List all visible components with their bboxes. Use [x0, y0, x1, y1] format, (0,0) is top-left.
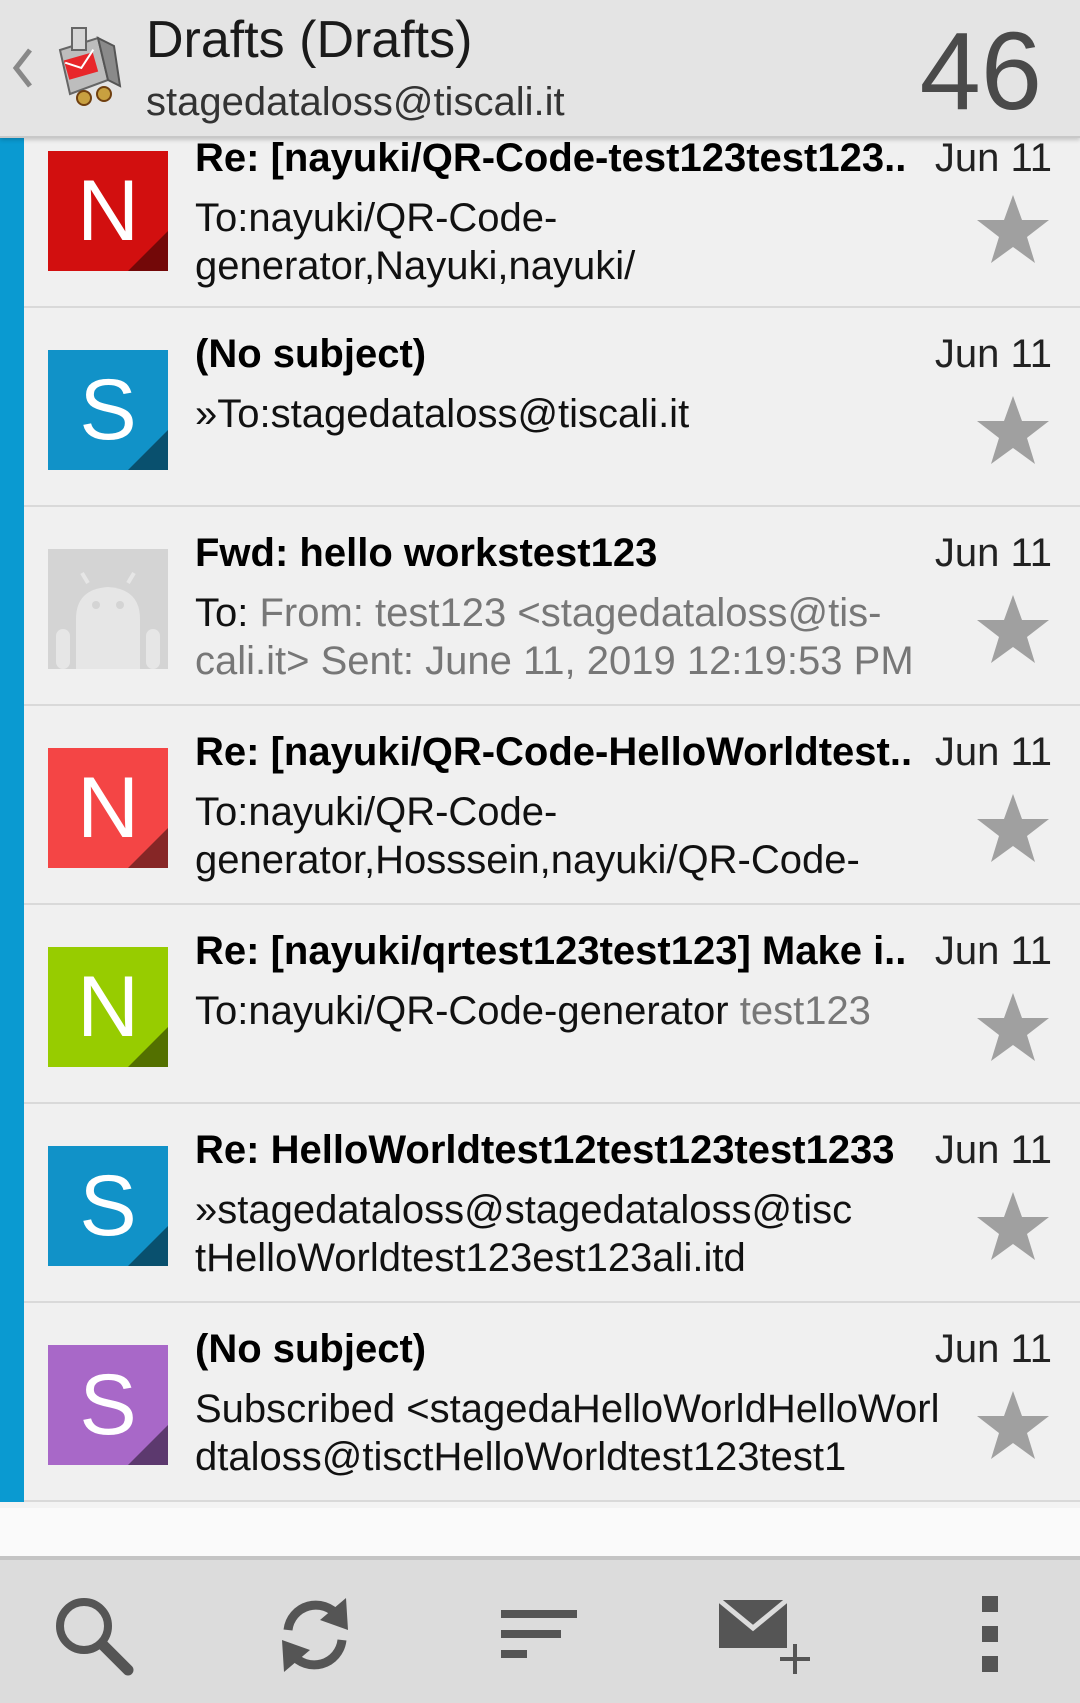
message-subject: (No subject): [195, 332, 427, 376]
preview-text: To:nayuki/QR-Code-generator,Nayuki,nayuk…: [195, 196, 636, 288]
message-row[interactable]: S (No subject) Jun 11 »To:stagedataloss@…: [0, 308, 1080, 507]
star-icon[interactable]: [974, 393, 1052, 467]
unread-indicator: [0, 1104, 24, 1303]
message-date: Jun 11: [934, 1128, 1052, 1172]
avatar-corner: [128, 828, 168, 868]
contact-avatar[interactable]: N: [48, 748, 168, 868]
message-subject: Re: [nayuki/qrtest123test123] Make i..: [195, 929, 907, 973]
contact-avatar[interactable]: N: [48, 947, 168, 1067]
unread-indicator: [0, 905, 24, 1104]
compose-icon[interactable]: [715, 1590, 815, 1680]
preview-text: »stagedataloss@stagedataloss@tisctHelloW…: [195, 1188, 853, 1280]
message-subject: Re: [nayuki/QR-Code-HelloWorldtest..: [195, 730, 913, 774]
message-date: Jun 11: [934, 1327, 1052, 1371]
avatar-corner: [128, 1226, 168, 1266]
android-robot-icon: [48, 549, 168, 669]
action-bar: Drafts (Drafts) stagedataloss@tiscali.it…: [0, 0, 1080, 138]
message-subject: Re: HelloWorldtest12test123test1233: [195, 1128, 895, 1172]
message-date: Jun 11: [934, 531, 1052, 575]
sort-icon[interactable]: [495, 1590, 585, 1680]
star-icon[interactable]: [974, 791, 1052, 865]
message-list: N Re: [nayuki/QR-Code-test123test123.. J…: [0, 136, 1080, 1502]
contact-avatar[interactable]: S: [48, 1146, 168, 1266]
avatar-corner: [128, 1027, 168, 1067]
message-date: Jun 11: [934, 730, 1052, 774]
back-chevron-icon[interactable]: [8, 40, 38, 96]
star-icon[interactable]: [974, 1388, 1052, 1462]
bottom-toolbar: [0, 1556, 1080, 1703]
folder-title: Drafts (Drafts): [146, 11, 473, 69]
row-divider: [24, 1500, 1080, 1502]
unread-indicator: [0, 706, 24, 905]
avatar-corner: [128, 231, 168, 271]
preview-text: To:nayuki/QR-Code-generator: [195, 989, 740, 1033]
message-count: 46: [919, 10, 1042, 133]
message-row[interactable]: N Re: [nayuki/QR-Code-test123test123.. J…: [0, 136, 1080, 308]
message-preview: To: From: test123 <stagedataloss@tis-cal…: [195, 589, 955, 685]
star-icon[interactable]: [974, 592, 1052, 666]
message-preview: To:nayuki/QR-Code-generator test123: [195, 987, 955, 1035]
contact-avatar[interactable]: N: [48, 151, 168, 271]
message-row[interactable]: Fwd: hello workstest123 Jun 11 To: From:…: [0, 507, 1080, 706]
message-preview: To:nayuki/QR-Code-generator,Hosssein,nay…: [195, 788, 955, 884]
star-icon[interactable]: [974, 192, 1052, 266]
contact-avatar[interactable]: S: [48, 1345, 168, 1465]
unread-indicator: [0, 1303, 24, 1502]
list-end-space: [0, 1508, 1080, 1556]
preview-text: »To:stagedataloss@tiscali.it: [195, 392, 690, 436]
preview-text: To:: [195, 591, 260, 635]
preview-muted-text: test123: [739, 989, 871, 1033]
unread-indicator: [0, 138, 24, 308]
search-icon[interactable]: [48, 1590, 138, 1680]
unread-indicator: [0, 507, 24, 706]
preview-muted-text: From: test123 <stagedataloss@tis-cali.it…: [195, 591, 914, 683]
contact-avatar[interactable]: S: [48, 350, 168, 470]
message-subject: Re: [nayuki/QR-Code-test123test123..: [195, 136, 907, 180]
contact-avatar[interactable]: [48, 549, 168, 669]
message-row[interactable]: S Re: HelloWorldtest12test123test1233 Ju…: [0, 1104, 1080, 1303]
app-logo-icon[interactable]: [46, 20, 126, 110]
message-date: Jun 11: [934, 136, 1052, 180]
message-subject: Fwd: hello workstest123: [195, 531, 658, 575]
star-icon[interactable]: [974, 1189, 1052, 1263]
star-icon[interactable]: [974, 990, 1052, 1064]
message-row[interactable]: N Re: [nayuki/qrtest123test123] Make i..…: [0, 905, 1080, 1104]
refresh-icon[interactable]: [270, 1590, 360, 1680]
message-row[interactable]: N Re: [nayuki/QR-Code-HelloWorldtest.. J…: [0, 706, 1080, 905]
unread-indicator: [0, 308, 24, 507]
message-date: Jun 11: [934, 929, 1052, 973]
message-preview: »stagedataloss@stagedataloss@tisctHelloW…: [195, 1186, 855, 1282]
message-date: Jun 11: [934, 332, 1052, 376]
preview-text: To:nayuki/QR-Code-generator,Hosssein,nay…: [195, 790, 860, 882]
account-email: stagedataloss@tiscali.it: [146, 80, 565, 124]
avatar-corner: [128, 430, 168, 470]
message-preview: Subscribed <stagedaHelloWorldHelloWorldt…: [195, 1385, 945, 1481]
message-subject: (No subject): [195, 1327, 427, 1371]
message-row[interactable]: S (No subject) Jun 11 Subscribed <staged…: [0, 1303, 1080, 1502]
preview-text: Subscribed <stagedaHelloWorldHelloWorldt…: [195, 1387, 940, 1479]
overflow-menu-icon[interactable]: [945, 1590, 1035, 1680]
avatar-corner: [128, 1425, 168, 1465]
message-preview: To:nayuki/QR-Code-generator,Nayuki,nayuk…: [195, 194, 955, 290]
message-preview: »To:stagedataloss@tiscali.it: [195, 390, 955, 438]
